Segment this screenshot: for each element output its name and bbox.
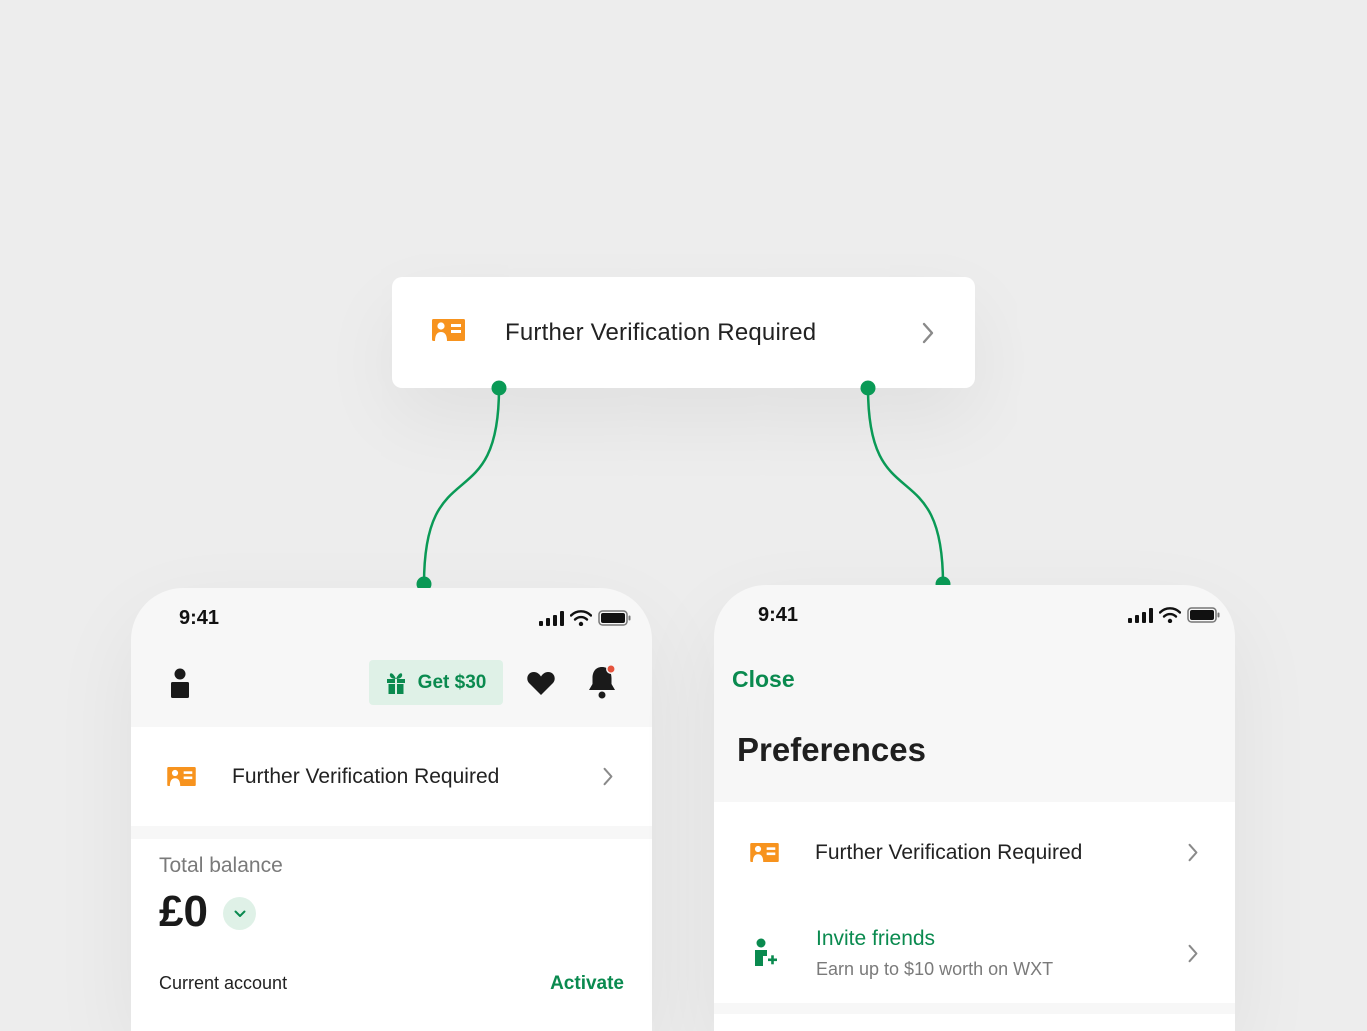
list-item-verification[interactable]: Further Verification Required	[714, 802, 1235, 903]
balance-currency-toggle[interactable]	[223, 897, 256, 930]
chevron-down-icon	[234, 910, 245, 917]
verification-callout-card[interactable]: Further Verification Required	[392, 277, 975, 388]
list-item-subtitle: Earn up to $10 worth on WXT	[816, 958, 1054, 979]
list-item-next	[714, 1014, 1235, 1031]
promo-label: Get $30	[417, 671, 487, 693]
balance-label: Total balance	[159, 854, 283, 877]
heart-icon[interactable]	[527, 671, 555, 700]
status-time: 9:41	[179, 607, 220, 629]
balance-value: £0	[159, 887, 208, 936]
wifi-icon	[1159, 607, 1181, 623]
battery-icon	[1187, 607, 1220, 623]
chevron-right-icon	[602, 767, 614, 786]
id-card-icon	[167, 767, 196, 786]
balance-card: Total balance £0 Current account Activat…	[131, 839, 652, 1031]
gift-icon	[386, 672, 405, 694]
chevron-right-icon	[921, 322, 935, 344]
user-icon[interactable]	[171, 668, 189, 703]
list-item-label: Further Verification Required	[815, 840, 1083, 864]
preferences-list: Further Verification Required Invite fri…	[714, 802, 1235, 1003]
id-card-icon	[432, 319, 465, 346]
wifi-icon	[570, 610, 592, 626]
callout-label: Further Verification Required	[505, 318, 817, 346]
battery-icon	[598, 610, 631, 626]
close-button[interactable]: Close	[732, 666, 795, 693]
bell-icon[interactable]	[587, 664, 621, 705]
status-bar: 9:41	[714, 604, 1235, 634]
connector-left	[422, 387, 501, 585]
activate-button[interactable]: Activate	[550, 973, 624, 995]
add-user-icon	[752, 938, 778, 968]
chevron-right-icon	[1187, 944, 1199, 963]
home-top-bar: Get $30	[131, 660, 652, 706]
cellular-signal-icon	[1128, 607, 1153, 623]
list-item-invite-friends[interactable]: Invite friends Earn up to $10 worth on W…	[714, 903, 1235, 1003]
get-reward-button[interactable]: Get $30	[369, 660, 503, 705]
status-time: 9:41	[758, 604, 799, 626]
id-card-icon	[750, 843, 779, 862]
status-bar: 9:41	[131, 607, 652, 637]
notification-dot	[606, 664, 616, 674]
verification-label: Further Verification Required	[232, 764, 500, 788]
page-title: Preferences	[737, 731, 926, 768]
phone-home-screen: 9:41 Get $30 Further Verification Requir…	[131, 588, 652, 1031]
connector-right	[866, 387, 945, 585]
cellular-signal-icon	[539, 610, 564, 626]
list-item-label: Invite friends	[816, 926, 936, 950]
phone-preferences-screen: 9:41 Close Preferences Further Verificat…	[714, 585, 1235, 1031]
verification-row[interactable]: Further Verification Required	[131, 727, 652, 826]
current-account-label: Current account	[159, 973, 288, 993]
chevron-right-icon	[1187, 843, 1199, 862]
